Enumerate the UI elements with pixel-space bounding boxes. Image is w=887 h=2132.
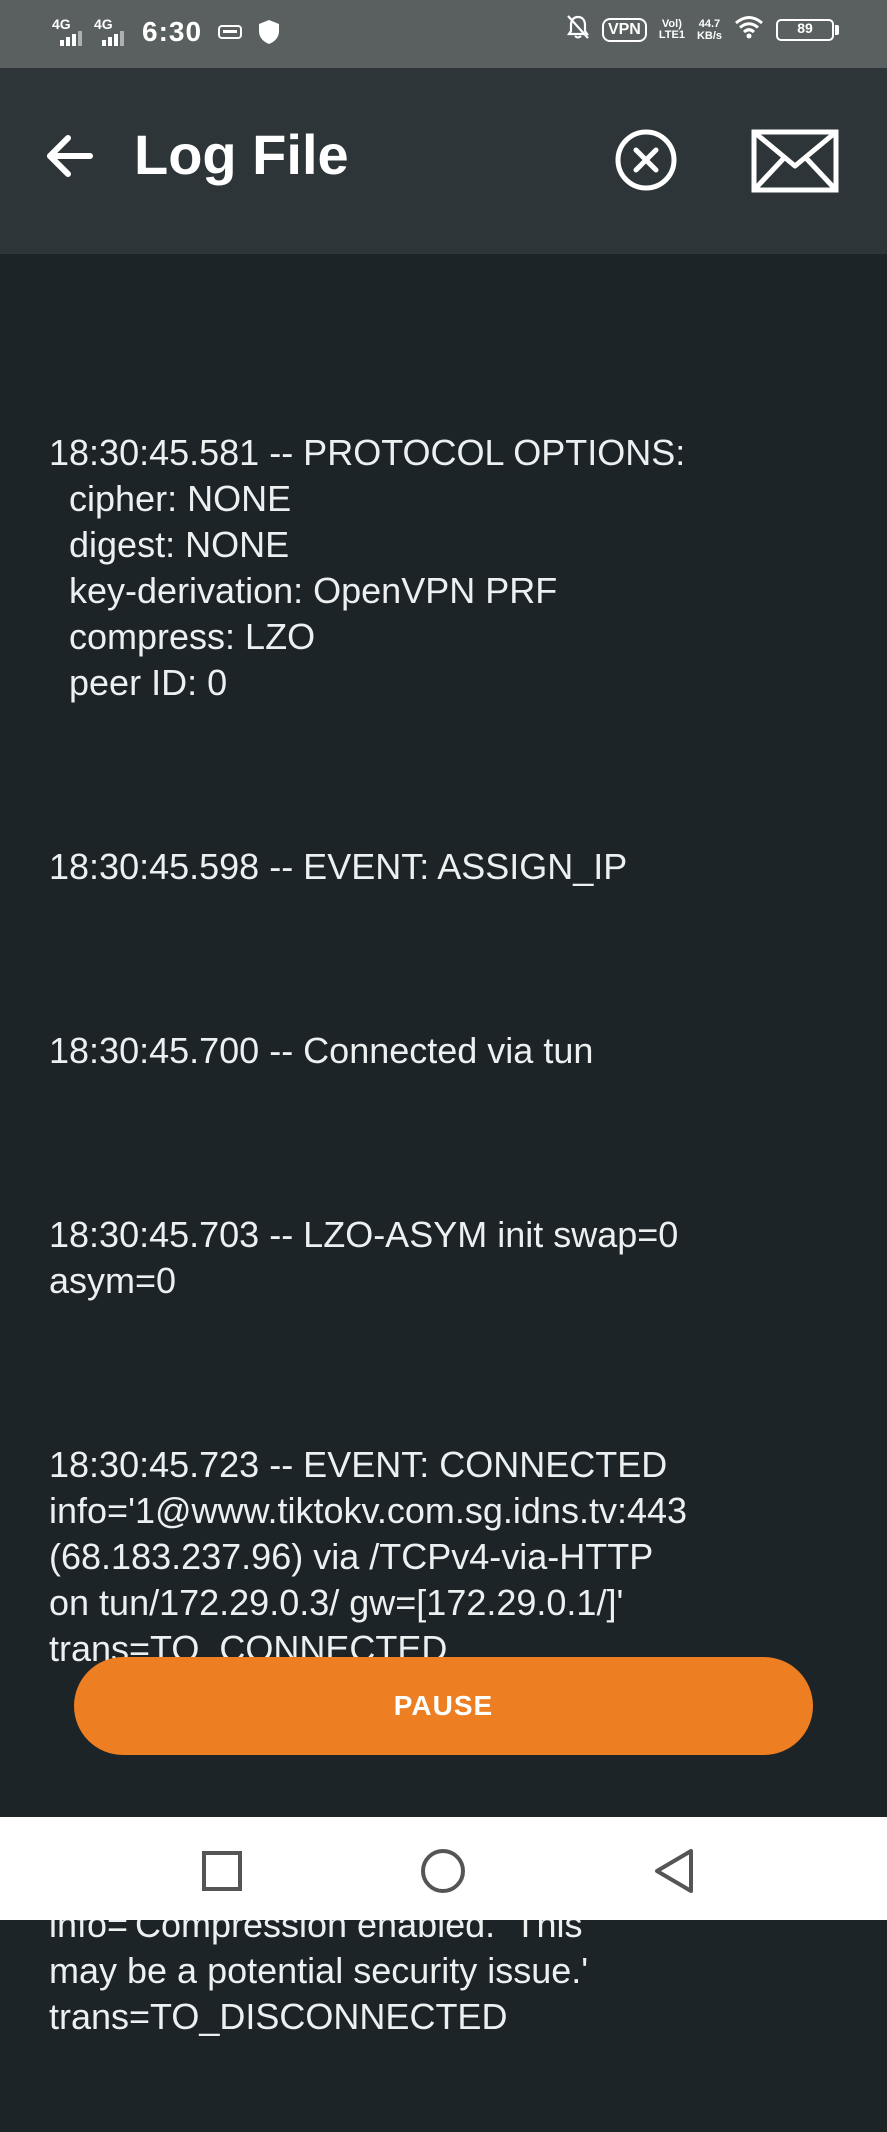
clear-log-button[interactable] bbox=[612, 126, 680, 194]
wifi-icon bbox=[734, 15, 764, 44]
app-bar: Log File bbox=[0, 68, 887, 254]
shield-icon bbox=[258, 19, 280, 45]
home-circle-icon bbox=[421, 1849, 465, 1893]
recents-button[interactable] bbox=[198, 1847, 246, 1895]
log-entry: 18:30:45.723 -- EVENT: CONNECTED info='1… bbox=[49, 1444, 688, 1669]
back-arrow-icon bbox=[47, 135, 93, 177]
mail-icon bbox=[751, 129, 839, 193]
keyboard-icon bbox=[218, 24, 243, 40]
battery-level: 89 bbox=[797, 19, 813, 36]
volte-indicator: Vol) LTE1 bbox=[658, 18, 685, 41]
send-log-button[interactable] bbox=[750, 128, 840, 194]
battery-indicator: 89 bbox=[776, 18, 839, 41]
mute-bell-icon bbox=[566, 14, 590, 45]
back-button[interactable] bbox=[42, 128, 98, 184]
volte-bottom: LTE1 bbox=[658, 28, 685, 41]
network-type-label-2: 4G bbox=[94, 16, 113, 32]
page-title: Log File bbox=[134, 123, 349, 186]
log-entry: 18:30:45.700 -- Connected via tun bbox=[49, 1030, 594, 1071]
clear-circle-icon bbox=[615, 129, 677, 191]
pause-button[interactable]: PAUSE bbox=[74, 1657, 813, 1755]
recents-square-icon bbox=[202, 1851, 242, 1891]
signal-icon: 4G bbox=[52, 14, 86, 50]
navigation-bar bbox=[0, 1817, 887, 1920]
nav-back-button[interactable] bbox=[651, 1847, 699, 1895]
log-entry: 18:30:45.598 -- EVENT: ASSIGN_IP bbox=[49, 846, 628, 887]
signal-icon-2: 4G bbox=[94, 14, 128, 50]
vpn-badge: VPN bbox=[601, 17, 647, 42]
log-entry: 18:30:45.703 -- LZO-ASYM init swap=0 asy… bbox=[49, 1214, 679, 1301]
speed-value: 44.7 bbox=[698, 17, 721, 30]
speed-unit: KB/s bbox=[696, 29, 722, 42]
network-type-label: 4G bbox=[52, 16, 71, 32]
status-bar: 4G 4G 6:30 VPN Vol) LTE1 44.7 KB/s 89 bbox=[0, 0, 887, 68]
network-speed: 44.7 KB/s bbox=[697, 18, 722, 42]
home-button[interactable] bbox=[419, 1847, 467, 1895]
clock: 6:30 bbox=[142, 16, 203, 47]
log-entry: 18:30:45.581 -- PROTOCOL OPTIONS: cipher… bbox=[49, 432, 686, 703]
back-triangle-icon bbox=[655, 1849, 693, 1893]
